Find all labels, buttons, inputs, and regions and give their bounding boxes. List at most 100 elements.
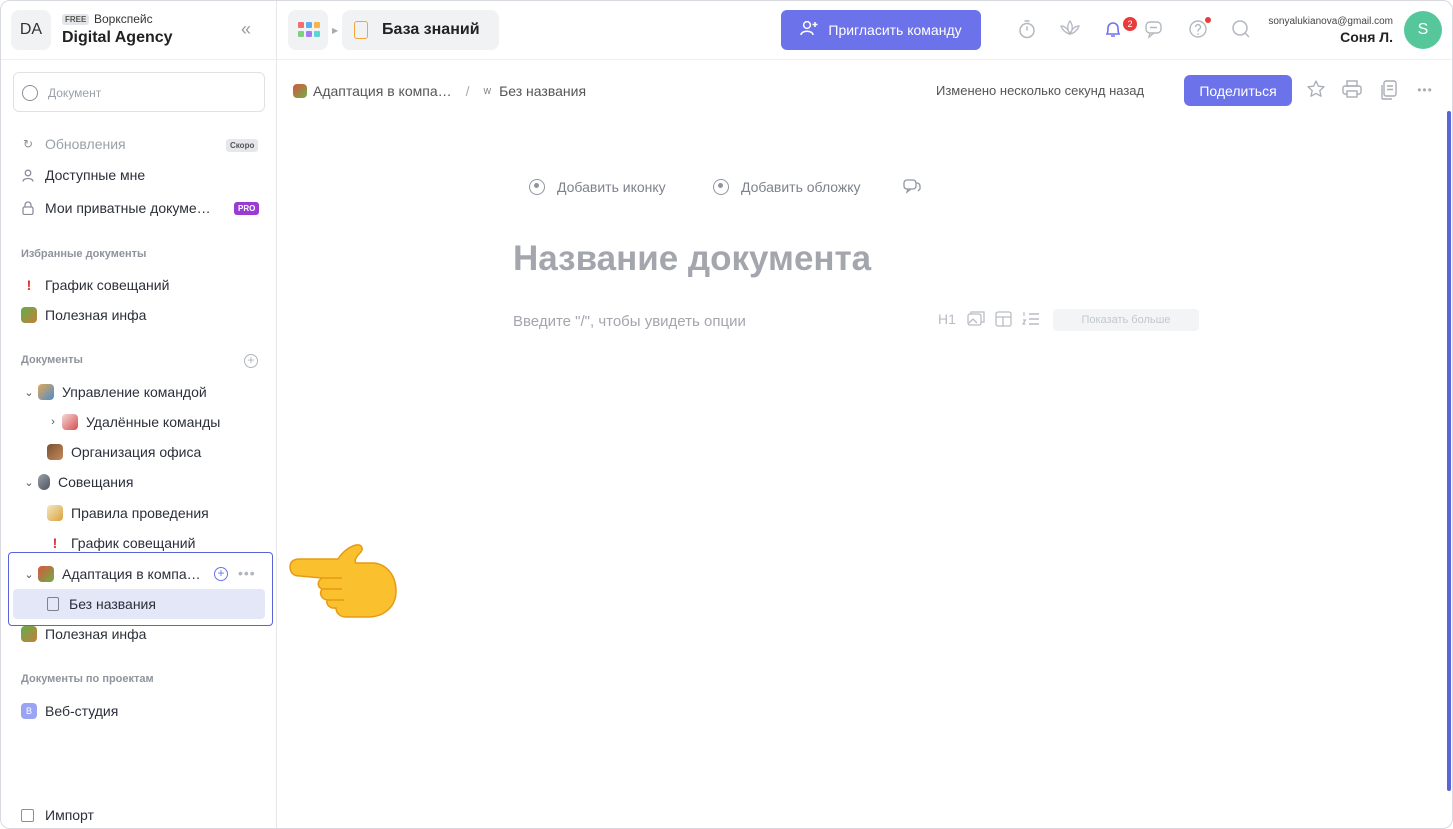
sidebar-item-label: Обновления (45, 136, 126, 152)
project-badge: В (21, 703, 37, 719)
breadcrumb: Адаптация в компа… / W Без названия (293, 81, 586, 101)
search-icon (22, 85, 38, 101)
add-document-icon[interactable]: + (244, 354, 258, 368)
tree-item-label: Правила проведения (71, 505, 209, 521)
tree-item-remote-teams[interactable]: › Удалённые команды (47, 410, 220, 434)
onboarding-emoji-icon (293, 84, 307, 98)
onboarding-emoji-icon (38, 566, 54, 582)
image-tool-icon[interactable] (967, 311, 985, 330)
grid-dot (306, 31, 312, 37)
microphone-emoji-icon (38, 474, 50, 490)
table-tool-icon[interactable] (995, 311, 1012, 330)
user-name[interactable]: Соня Л. (1263, 29, 1393, 45)
search-icon[interactable] (1230, 19, 1252, 41)
grid-dot (298, 31, 304, 37)
refresh-icon: ↻ (22, 137, 34, 151)
sidebar-item-updates[interactable]: ↻ Обновления (21, 132, 126, 156)
workspace-name[interactable]: Digital Agency (62, 29, 173, 47)
chevron-right-icon[interactable]: › (47, 416, 59, 428)
sidebar-item-label: Мои приватные докуме… (45, 200, 211, 216)
add-cover-button[interactable]: Добавить обложку (713, 179, 861, 195)
exclamation-icon: ! (26, 277, 32, 293)
show-more-button[interactable]: Показать больше (1053, 309, 1199, 331)
section-title: База знаний (382, 21, 480, 38)
heading-tool[interactable]: H1 (938, 311, 956, 327)
meditation-icon[interactable] (1059, 19, 1081, 41)
help-alert-dot (1205, 17, 1211, 23)
chat-icon[interactable] (1144, 19, 1166, 41)
user-avatar[interactable]: S (1404, 11, 1442, 49)
more-options-icon[interactable]: ••• (1414, 79, 1436, 101)
tree-item-office[interactable]: Организация офиса (47, 440, 201, 464)
scrollbar[interactable] (1447, 111, 1451, 791)
chevron-down-icon[interactable]: ⌄ (23, 386, 35, 399)
tree-item-onboarding[interactable]: ⌄ Адаптация в компа… (23, 562, 201, 586)
documents-section-title: Документы (21, 354, 83, 366)
bell-icon[interactable] (1102, 19, 1124, 41)
import-button[interactable]: Импорт (21, 807, 94, 823)
timer-icon[interactable] (1016, 19, 1038, 41)
add-user-icon (800, 20, 818, 40)
info-emoji-icon (21, 307, 37, 323)
team-emoji-icon (38, 384, 54, 400)
add-subdocument-icon[interactable]: + (214, 567, 228, 581)
top-bar: ▶ База знаний Пригласить команду 2 sonya… (277, 1, 1452, 60)
info-emoji-icon (21, 626, 37, 642)
sidebar-item-private[interactable]: Мои приватные докуме… (21, 196, 211, 220)
apps-grid-button[interactable] (288, 10, 328, 50)
breadcrumb-parent[interactable]: Адаптация в компа… (313, 83, 452, 99)
grid-dot (314, 31, 320, 37)
tree-item-useful-info[interactable]: Полезная инфа (21, 622, 146, 646)
mailbox-emoji-icon (62, 414, 78, 430)
add-icon-button[interactable]: Добавить иконку (529, 179, 666, 195)
tree-item-web-studio[interactable]: В Веб-студия (21, 699, 118, 723)
invite-label: Пригласить команду (828, 22, 962, 38)
document-search[interactable] (13, 72, 265, 112)
sidebar-item-shared[interactable]: Доступные мне (21, 163, 145, 187)
collapse-sidebar-icon[interactable]: « (241, 19, 259, 39)
knowledge-base-tab[interactable]: База знаний (342, 10, 499, 50)
print-icon[interactable] (1341, 79, 1363, 101)
favorite-item[interactable]: Полезная инфа (21, 303, 146, 327)
comments-icon[interactable] (903, 179, 921, 195)
more-options-icon[interactable]: ••• (238, 565, 256, 581)
duplicate-icon[interactable] (1378, 79, 1400, 101)
tree-item-label: Полезная инфа (45, 626, 147, 642)
add-icon-label: Добавить иконку (557, 179, 666, 195)
search-input[interactable] (48, 83, 253, 103)
invite-team-button[interactable]: Пригласить команду (781, 10, 981, 50)
tree-item-label: Организация офиса (71, 444, 202, 460)
share-button[interactable]: Поделиться (1184, 75, 1292, 106)
projects-section-title: Документы по проектам (21, 673, 154, 685)
tree-item-rules[interactable]: Правила проведения (47, 501, 209, 525)
image-icon (713, 179, 729, 195)
breadcrumb-current-icon: W (483, 86, 492, 96)
document-body-input[interactable]: Введите "/", чтобы увидеть опции (513, 313, 746, 330)
chevron-down-icon[interactable]: ⌄ (23, 568, 35, 581)
workspace-header[interactable]: DA FREE Воркспейс Digital Agency « (1, 1, 277, 60)
add-cover-label: Добавить обложку (741, 179, 861, 195)
grid-dot (298, 22, 304, 28)
document-title-input[interactable]: Название документа (513, 239, 871, 279)
workspace-avatar[interactable]: DA (11, 10, 51, 50)
tree-item-untitled[interactable]: Без названия (47, 592, 156, 616)
favorites-section-title: Избранные документы (21, 248, 147, 260)
favorite-item[interactable]: ! График совещаний (21, 273, 170, 297)
lock-icon (21, 201, 35, 215)
grid-dot (306, 22, 312, 28)
chevron-down-icon[interactable]: ⌄ (23, 476, 35, 489)
tree-item-label: Без названия (69, 596, 156, 612)
tree-item-label: Удалённые команды (86, 414, 221, 430)
favorite-label: График совещаний (45, 277, 170, 293)
breadcrumb-current[interactable]: Без названия (499, 83, 586, 99)
sidebar-item-label: Доступные мне (45, 167, 146, 183)
numbered-list-tool-icon[interactable] (1021, 311, 1040, 330)
tree-item-label: Совещания (58, 474, 134, 490)
memo-emoji-icon (47, 505, 63, 521)
import-icon (21, 808, 34, 822)
star-icon[interactable] (1305, 79, 1327, 101)
tree-item-team-management[interactable]: ⌄ Управление командой (23, 380, 207, 404)
pointing-hand-icon (289, 544, 397, 618)
tree-item-meetings[interactable]: ⌄ Совещания (23, 470, 133, 494)
user-email: sonyalukianova@gmail.com (1268, 16, 1393, 27)
